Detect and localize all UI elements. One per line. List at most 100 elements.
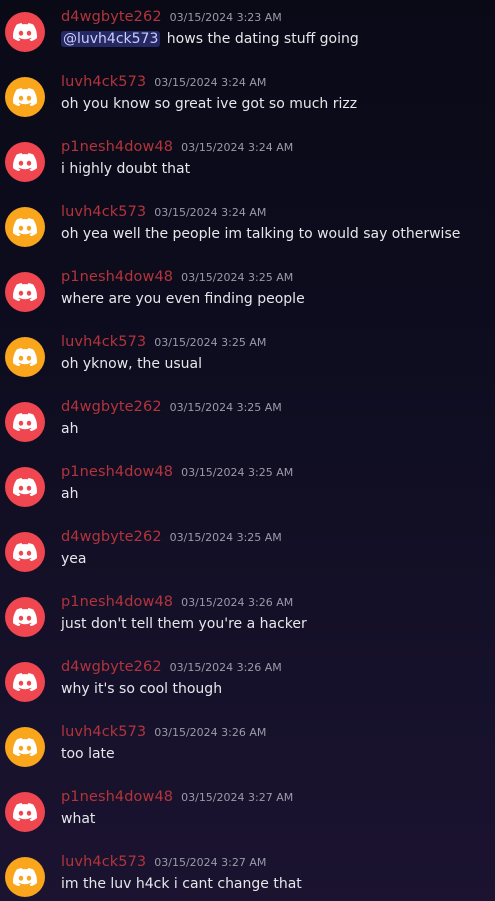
message-header: p1nesh4dow48 03/15/2024 3:24 AM <box>61 136 495 158</box>
username[interactable]: p1nesh4dow48 <box>61 594 173 610</box>
avatar[interactable] <box>5 467 45 507</box>
message-text: oh you know so great ive got so much riz… <box>61 96 358 112</box>
username[interactable]: p1nesh4dow48 <box>61 269 173 285</box>
message-header: luvh4ck573 03/15/2024 3:24 AM <box>61 201 495 223</box>
message: luvh4ck573 03/15/2024 3:24 AM oh you kno… <box>0 71 495 136</box>
message-text: i highly doubt that <box>61 161 191 177</box>
username[interactable]: p1nesh4dow48 <box>61 139 173 155</box>
message-text: where are you even finding people <box>61 291 305 307</box>
message-text: ah <box>61 421 79 437</box>
message-text: oh yea well the people im talking to wou… <box>61 226 461 242</box>
message-text: why it's so cool though <box>61 681 223 697</box>
message: p1nesh4dow48 03/15/2024 3:26 AM just don… <box>0 591 495 656</box>
message-header: luvh4ck573 03/15/2024 3:24 AM <box>61 71 495 93</box>
message-header: luvh4ck573 03/15/2024 3:25 AM <box>61 331 495 353</box>
username[interactable]: d4wgbyte262 <box>61 529 162 545</box>
username[interactable]: luvh4ck573 <box>61 724 146 740</box>
message: d4wgbyte262 03/15/2024 3:25 AM yea <box>0 526 495 591</box>
discord-logo-icon <box>13 608 37 626</box>
discord-logo-icon <box>13 88 37 106</box>
message-header: d4wgbyte262 03/15/2024 3:25 AM <box>61 526 495 548</box>
timestamp: 03/15/2024 3:24 AM <box>154 206 267 219</box>
timestamp: 03/15/2024 3:23 AM <box>169 11 282 24</box>
discord-logo-icon <box>13 478 37 496</box>
username[interactable]: luvh4ck573 <box>61 334 146 350</box>
username[interactable]: luvh4ck573 <box>61 204 146 220</box>
username[interactable]: p1nesh4dow48 <box>61 789 173 805</box>
message-list: d4wgbyte262 03/15/2024 3:23 AM @luvh4ck5… <box>0 0 495 901</box>
avatar[interactable] <box>5 402 45 442</box>
message: p1nesh4dow48 03/15/2024 3:25 AM ah <box>0 461 495 526</box>
timestamp: 03/15/2024 3:27 AM <box>181 791 294 804</box>
discord-logo-icon <box>13 868 37 886</box>
discord-logo-icon <box>13 153 37 171</box>
message-text: just don't tell them you're a hacker <box>61 616 307 632</box>
timestamp: 03/15/2024 3:25 AM <box>154 336 267 349</box>
message-header: p1nesh4dow48 03/15/2024 3:25 AM <box>61 266 495 288</box>
avatar[interactable] <box>5 77 45 117</box>
message-header: luvh4ck573 03/15/2024 3:26 AM <box>61 721 495 743</box>
discord-logo-icon <box>13 543 37 561</box>
avatar[interactable] <box>5 337 45 377</box>
avatar[interactable] <box>5 792 45 832</box>
discord-logo-icon <box>13 673 37 691</box>
discord-logo-icon <box>13 348 37 366</box>
avatar[interactable] <box>5 207 45 247</box>
message: p1nesh4dow48 03/15/2024 3:27 AM what <box>0 786 495 851</box>
username[interactable]: d4wgbyte262 <box>61 659 162 675</box>
message-text: what <box>61 811 96 827</box>
timestamp: 03/15/2024 3:25 AM <box>169 531 282 544</box>
avatar[interactable] <box>5 662 45 702</box>
message: luvh4ck573 03/15/2024 3:26 AM too late <box>0 721 495 786</box>
discord-logo-icon <box>13 23 37 41</box>
message-header: d4wgbyte262 03/15/2024 3:26 AM <box>61 656 495 678</box>
discord-logo-icon <box>13 803 37 821</box>
timestamp: 03/15/2024 3:24 AM <box>154 76 267 89</box>
discord-logo-icon <box>13 413 37 431</box>
message-header: luvh4ck573 03/15/2024 3:27 AM <box>61 851 495 873</box>
timestamp: 03/15/2024 3:25 AM <box>181 271 294 284</box>
message-text: yea <box>61 551 87 567</box>
timestamp: 03/15/2024 3:26 AM <box>154 726 267 739</box>
avatar[interactable] <box>5 727 45 767</box>
user-mention[interactable]: @luvh4ck573 <box>61 31 161 47</box>
message-header: d4wgbyte262 03/15/2024 3:25 AM <box>61 396 495 418</box>
timestamp: 03/15/2024 3:25 AM <box>181 466 294 479</box>
message-header: d4wgbyte262 03/15/2024 3:23 AM <box>61 6 495 28</box>
message: p1nesh4dow48 03/15/2024 3:25 AM where ar… <box>0 266 495 331</box>
message-header: p1nesh4dow48 03/15/2024 3:27 AM <box>61 786 495 808</box>
avatar[interactable] <box>5 272 45 312</box>
timestamp: 03/15/2024 3:26 AM <box>169 661 282 674</box>
username[interactable]: d4wgbyte262 <box>61 399 162 415</box>
message-header: p1nesh4dow48 03/15/2024 3:25 AM <box>61 461 495 483</box>
timestamp: 03/15/2024 3:27 AM <box>154 856 267 869</box>
message-text: im the luv h4ck i cant change that <box>61 876 302 892</box>
message-header: p1nesh4dow48 03/15/2024 3:26 AM <box>61 591 495 613</box>
avatar[interactable] <box>5 597 45 637</box>
message-text: hows the dating stuff going <box>162 31 359 47</box>
message: luvh4ck573 03/15/2024 3:24 AM oh yea wel… <box>0 201 495 266</box>
timestamp: 03/15/2024 3:26 AM <box>181 596 294 609</box>
message: d4wgbyte262 03/15/2024 3:25 AM ah <box>0 396 495 461</box>
message-text: too late <box>61 746 115 762</box>
username[interactable]: d4wgbyte262 <box>61 9 162 25</box>
username[interactable]: luvh4ck573 <box>61 74 146 90</box>
discord-logo-icon <box>13 738 37 756</box>
username[interactable]: luvh4ck573 <box>61 854 146 870</box>
message-text: ah <box>61 486 79 502</box>
message: d4wgbyte262 03/15/2024 3:23 AM @luvh4ck5… <box>0 6 495 71</box>
avatar[interactable] <box>5 532 45 572</box>
timestamp: 03/15/2024 3:24 AM <box>181 141 294 154</box>
discord-logo-icon <box>13 218 37 236</box>
avatar[interactable] <box>5 12 45 52</box>
avatar[interactable] <box>5 142 45 182</box>
avatar[interactable] <box>5 857 45 897</box>
username[interactable]: p1nesh4dow48 <box>61 464 173 480</box>
message: luvh4ck573 03/15/2024 3:27 AM im the luv… <box>0 851 495 901</box>
message: luvh4ck573 03/15/2024 3:25 AM oh yknow, … <box>0 331 495 396</box>
message: p1nesh4dow48 03/15/2024 3:24 AM i highly… <box>0 136 495 201</box>
timestamp: 03/15/2024 3:25 AM <box>169 401 282 414</box>
message-content: @luvh4ck573 hows the dating stuff going <box>61 29 495 49</box>
discord-logo-icon <box>13 283 37 301</box>
message: d4wgbyte262 03/15/2024 3:26 AM why it's … <box>0 656 495 721</box>
